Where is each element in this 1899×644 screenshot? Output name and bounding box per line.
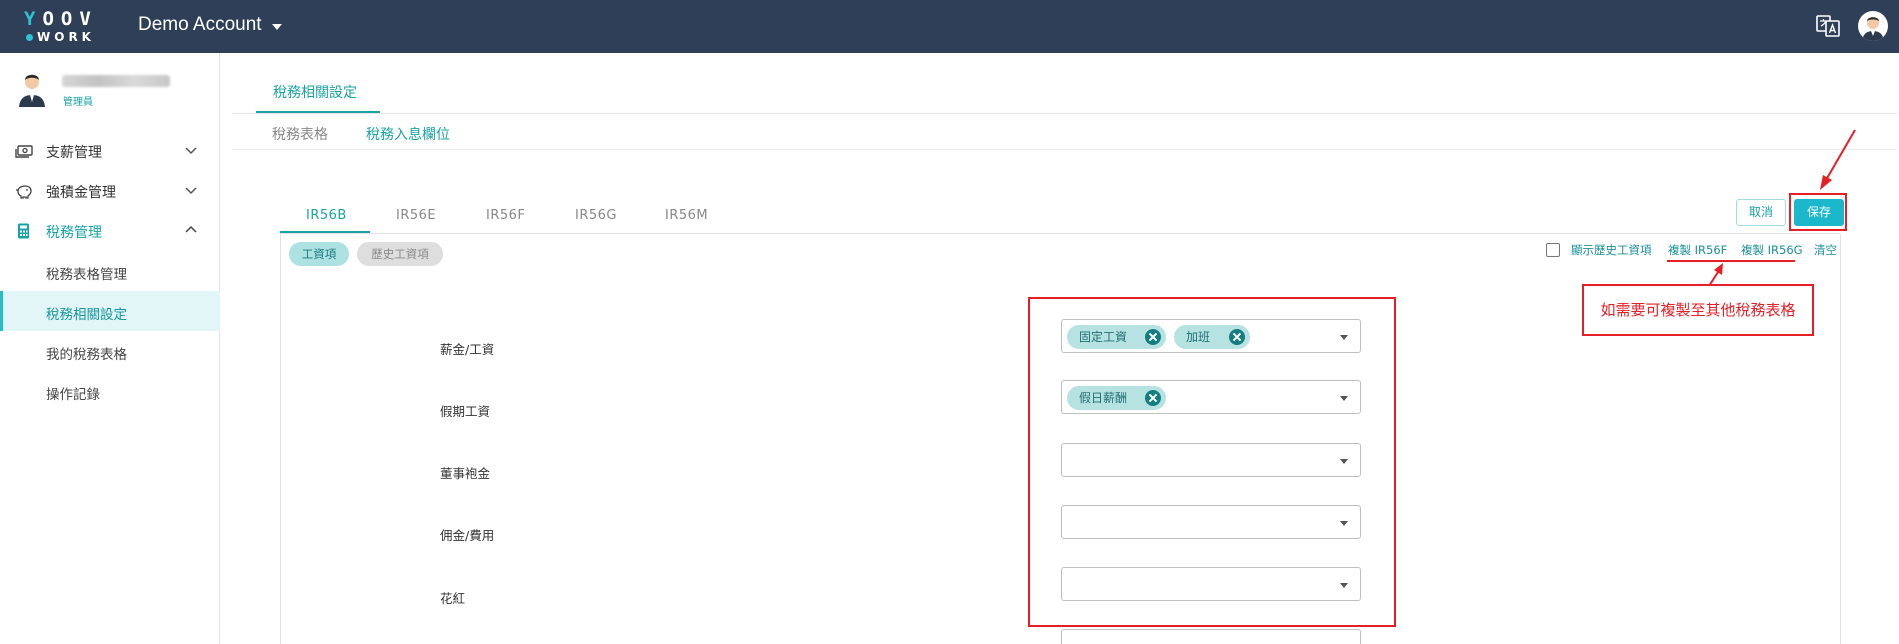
tab-ir56g[interactable]: IR56G [575,208,617,223]
annotation-note-text: 如需要可複製至其他稅務表格 [1600,301,1796,319]
sidebar-item-label: 稅務管理 [46,225,102,241]
annotation-arrow-icon [1820,129,1856,190]
logo-subtext: WORK [37,30,95,44]
tab-ir56b[interactable]: IR56B [306,208,347,223]
user-avatar-icon[interactable] [1858,11,1888,41]
chip-label: 加班 [1186,330,1211,344]
dropdown-arrow-icon [1340,583,1348,588]
tag-chip: 假日薪酬 [1067,386,1166,410]
sidebar-item-tax-form-management[interactable]: 稅務表格管理 [0,251,220,291]
copy-ir56g-link[interactable]: 複製 IR56G [1741,242,1803,258]
sidebar-subitem-label: 稅務表格管理 [46,267,127,283]
field-label-salary: 薪金/工資 [440,342,495,357]
field-label-commission: 佣金/費用 [440,528,495,543]
annotation-underline [1667,260,1795,262]
remove-chip-icon[interactable] [1145,329,1161,345]
sidebar-item-payroll[interactable]: 支薪管理 [0,131,220,171]
top-bar: YOOV WORK Demo Account [0,0,1899,53]
annotation-highlight-box [1789,193,1847,231]
divider [232,149,1897,150]
copy-ir56f-link[interactable]: 複製 IR56F [1668,242,1727,258]
remove-chip-icon[interactable] [1229,329,1245,345]
chip-label: 假日薪酬 [1079,391,1128,405]
logo-text: YOOV [24,8,98,30]
logo-text-rest: OOV [42,8,98,30]
clear-link[interactable]: 清空 [1814,242,1837,258]
tab-ir56f[interactable]: IR56F [486,208,525,223]
account-switcher[interactable]: Demo Account [138,14,282,36]
tab-ir56m[interactable]: IR56M [665,208,708,223]
tag-chip: 加班 [1174,325,1250,349]
sidebar-item-my-tax-forms[interactable]: 我的稅務表格 [0,331,220,371]
logo-dot [26,34,33,41]
sidebar-subitem-label: 我的稅務表格 [46,347,127,363]
sidebar-item-tax-settings[interactable]: 稅務相關設定 [0,291,220,331]
account-name: Demo Account [138,14,262,35]
sidebar-item-label: 強積金管理 [46,185,116,201]
sidebar-item-operation-log[interactable]: 操作記錄 [0,371,220,411]
tab-tax-forms[interactable]: 稅務表格 [272,124,328,144]
caret-down-icon [271,23,282,30]
sidebar-item-mpf[interactable]: 強積金管理 [0,171,220,211]
chevron-up-icon [185,225,197,233]
translate-icon[interactable] [1815,13,1841,39]
dropdown-arrow-icon [1340,459,1348,464]
tab-label: 稅務相關設定 [273,85,357,101]
avatar [19,74,45,107]
cancel-button[interactable]: 取消 [1736,199,1786,226]
divider [232,113,1897,114]
chevron-down-icon [185,187,197,195]
sidebar-subitem-label: 稅務相關設定 [46,307,127,323]
calculator-icon [18,223,29,239]
bonus-select[interactable] [1061,567,1361,601]
filter-pill-wage-items[interactable]: 工資項 [289,242,349,266]
show-history-checkbox[interactable] [1546,243,1560,257]
filter-pill-history-wage-items[interactable]: 歷史工資項 [357,242,443,266]
piggy-bank-icon [16,185,32,199]
user-profile[interactable]: 管理員 [16,71,216,111]
tab-tax-income-fields[interactable]: 稅務入息欄位 [366,124,450,144]
dropdown-arrow-icon [1340,335,1348,340]
money-icon [15,145,33,158]
show-history-label[interactable]: 顯示歷史工資項 [1571,242,1652,258]
field-label-bonus: 花紅 [440,591,466,606]
field-label-holiday-pay: 假期工資 [440,404,491,419]
tab-ir56e[interactable]: IR56E [396,208,436,223]
field-label-director-fee: 董事袍金 [440,466,491,481]
commission-select[interactable] [1061,505,1361,539]
annotation-note: 如需要可複製至其他稅務表格 [1582,284,1814,336]
holiday-pay-select[interactable]: 假日薪酬 [1061,380,1361,414]
sidebar-item-label: 支薪管理 [46,145,102,161]
sidebar-item-tax[interactable]: 稅務管理 [0,211,220,251]
director-fee-select[interactable] [1061,443,1361,477]
user-name-blurred [62,75,170,87]
yoov-work-logo[interactable]: YOOV WORK [24,8,100,44]
salary-select[interactable]: 固定工資 加班 [1061,319,1361,353]
next-field-select[interactable] [1061,629,1361,644]
chip-label: 固定工資 [1079,330,1128,344]
sidebar: 管理員 支薪管理 強積金管理 稅務管理 稅務表格管理 稅務相關設定 我的稅務表格… [0,53,220,644]
tab-tax-settings[interactable]: 稅務相關設定 [256,60,380,113]
chevron-down-icon [185,147,197,155]
user-role: 管理員 [63,97,93,108]
remove-chip-icon[interactable] [1145,390,1161,406]
sidebar-subitem-label: 操作記錄 [46,387,100,403]
dropdown-arrow-icon [1340,521,1348,526]
dropdown-arrow-icon [1340,396,1348,401]
tag-chip: 固定工資 [1067,325,1166,349]
